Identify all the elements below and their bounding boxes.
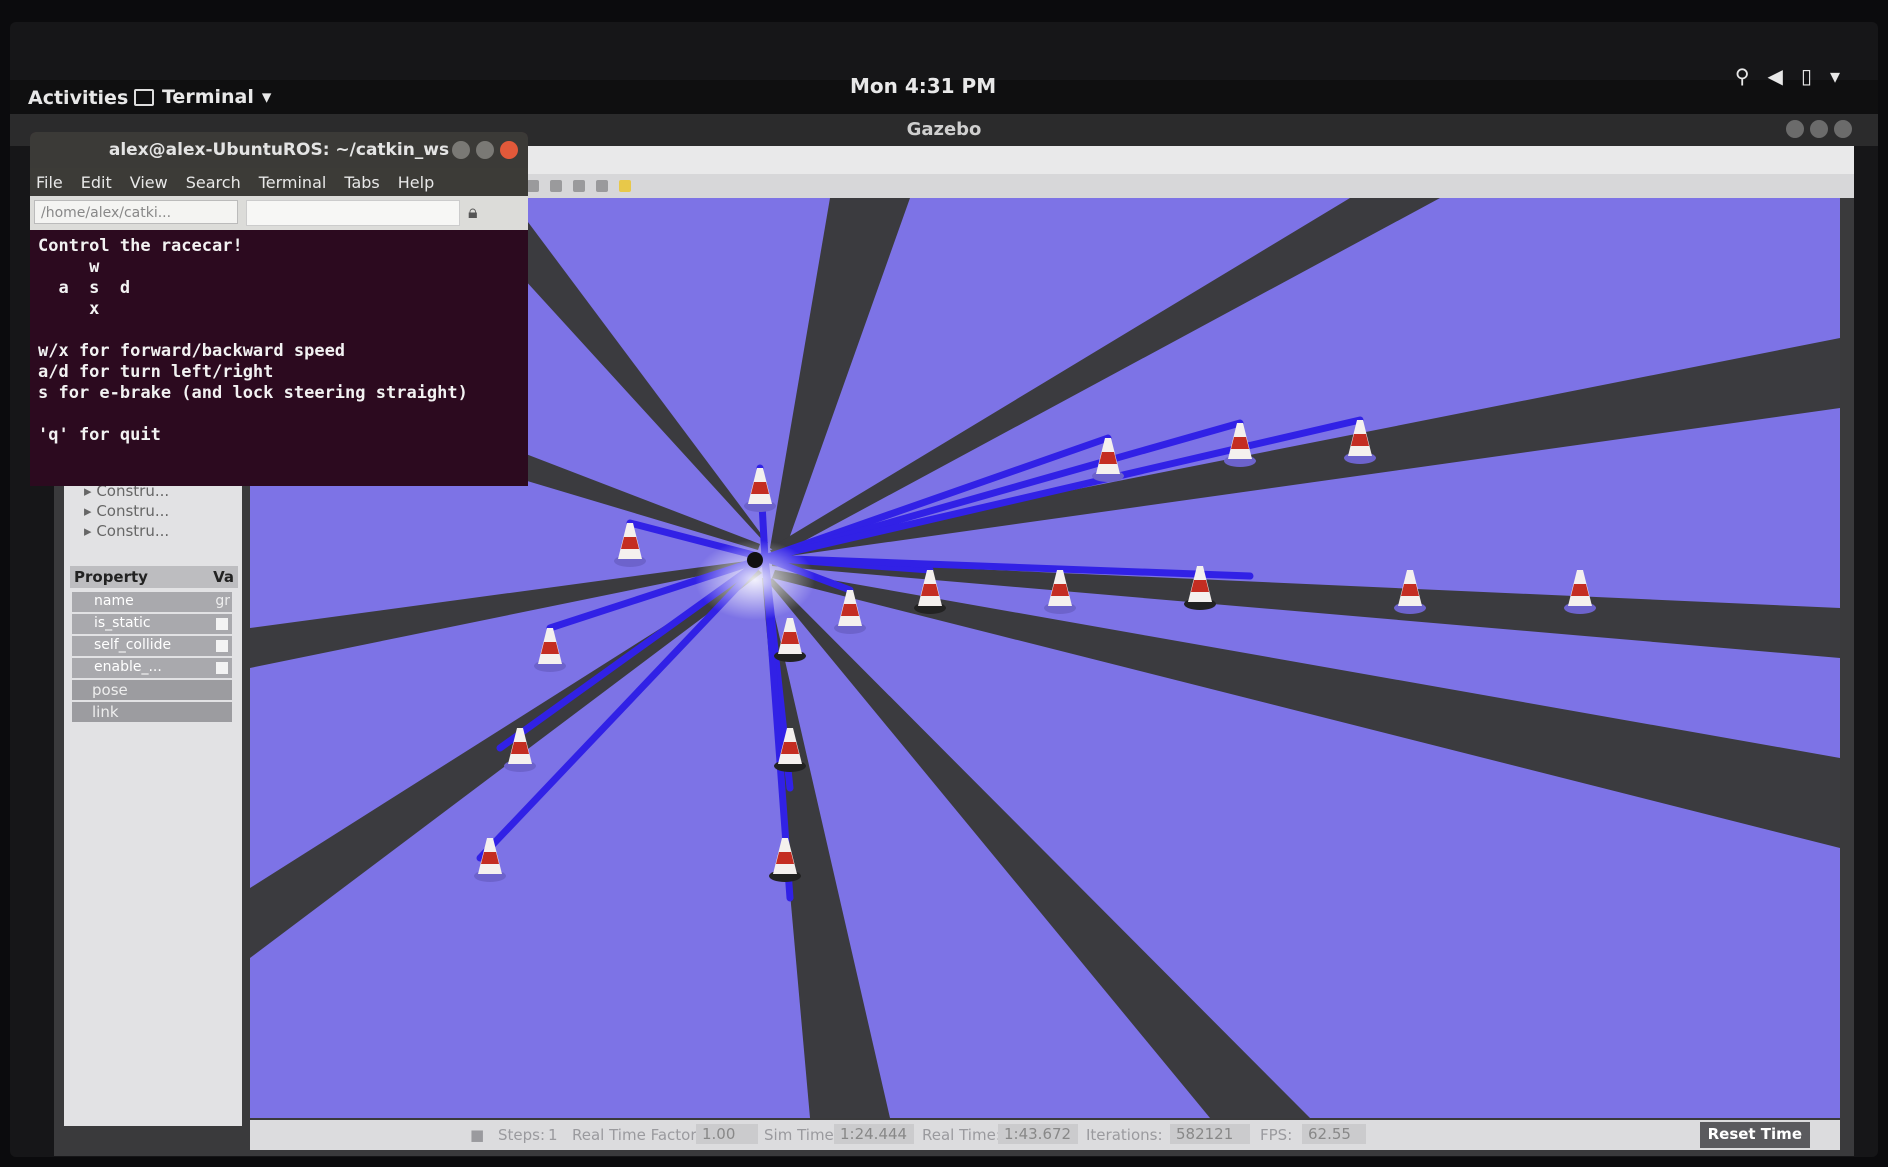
rtf-value: 1.00	[696, 1124, 758, 1144]
menu-file[interactable]: File	[36, 173, 63, 192]
tree-item[interactable]: ▸ Constru...	[84, 522, 169, 542]
fps-label: FPS:	[1260, 1126, 1293, 1144]
real-time-label: Real Time:	[922, 1126, 1001, 1144]
property-header: Property Va	[70, 566, 238, 588]
window-title: Gazebo	[906, 119, 982, 140]
close-button[interactable]	[1834, 120, 1852, 138]
model-tree: ▸ Constru... ▸ Constru... ▸ Constru...	[84, 482, 169, 542]
enable-checkbox[interactable]	[216, 662, 228, 674]
path-selector[interactable]: /home/alex/catki...	[34, 200, 238, 224]
terminal-window-controls	[452, 141, 518, 159]
gazebo-status-bar: ■ Steps: 1 Real Time Factor: 1.00 Sim Ti…	[250, 1120, 1840, 1150]
maximize-button[interactable]	[476, 141, 494, 159]
tab-search-field[interactable]	[246, 200, 460, 226]
steps-value[interactable]: 1	[548, 1126, 558, 1144]
monitor-screen: Activities Terminal ▾ Mon 4:31 PM ⚲ ◀ ▯ …	[10, 22, 1878, 1157]
real-time-value: 1:43.672	[998, 1124, 1078, 1144]
menu-view[interactable]: View	[130, 173, 168, 192]
rtf-label: Real Time Factor:	[572, 1126, 702, 1144]
property-fold-pose[interactable]: pose	[72, 680, 232, 700]
app-menu[interactable]: Terminal ▾	[134, 86, 271, 108]
volume-icon: ◀	[1767, 64, 1783, 88]
network-icon: ⚲	[1734, 64, 1750, 88]
window-controls	[1786, 120, 1852, 138]
iterations-value: 582121	[1170, 1124, 1250, 1144]
property-row-name[interactable]: name gr	[72, 592, 232, 612]
translate-tool-icon[interactable]	[550, 180, 563, 192]
iterations-label: Iterations:	[1086, 1126, 1163, 1144]
system-tray[interactable]: ⚲ ◀ ▯ ▾	[1735, 64, 1840, 88]
terminal-path-bar: /home/alex/catki... 🔒︎	[30, 196, 528, 230]
chevron-down-icon: ▾	[261, 86, 272, 108]
menu-terminal[interactable]: Terminal	[259, 173, 327, 192]
gnome-top-bar: Activities Terminal ▾ Mon 4:31 PM ⚲ ◀ ▯ …	[10, 64, 1878, 114]
close-button[interactable]	[500, 141, 518, 159]
sim-time-value: 1:24.444	[834, 1124, 914, 1144]
tree-item[interactable]: ▸ Constru...	[84, 502, 169, 522]
app-menu-label: Terminal	[162, 86, 254, 108]
property-row-is-static[interactable]: is_static	[72, 614, 232, 634]
menu-help[interactable]: Help	[398, 173, 434, 192]
battery-icon: ▯	[1800, 64, 1812, 88]
minimize-button[interactable]	[452, 141, 470, 159]
terminal-menubar: File Edit View Search Terminal Tabs Help	[30, 168, 528, 196]
terminal-window[interactable]: alex@alex-UbuntuROS: ~/catkin_ws File Ed…	[30, 132, 528, 486]
select-tool-icon[interactable]	[527, 180, 539, 192]
property-fold-link[interactable]: link	[72, 702, 232, 722]
activities-button[interactable]: Activities	[28, 87, 128, 109]
terminal-output[interactable]: Control the racecar! w a s d x w/x for f…	[30, 230, 528, 452]
terminal-title-bar[interactable]: alex@alex-UbuntuROS: ~/catkin_ws	[30, 132, 528, 168]
property-column-label: Property	[74, 568, 148, 586]
clock[interactable]: Mon 4:31 PM	[850, 74, 996, 98]
fps-value: 62.55	[1302, 1124, 1366, 1144]
is-static-checkbox[interactable]	[216, 618, 228, 630]
menu-search[interactable]: Search	[186, 173, 241, 192]
property-row-self-collide[interactable]: self_collide	[72, 636, 232, 656]
light-tool-icon[interactable]	[619, 180, 632, 192]
sim-time-label: Sim Time:	[764, 1126, 839, 1144]
world-panel: ▸ Constru... ▸ Constru... ▸ Constru... P…	[64, 446, 242, 1126]
lidar-sensor	[747, 552, 763, 568]
lock-icon[interactable]: 🔒︎	[468, 202, 478, 223]
chevron-down-icon: ▾	[1829, 64, 1840, 88]
terminal-title: alex@alex-UbuntuROS: ~/catkin_ws	[108, 140, 450, 160]
property-row-enable[interactable]: enable_...	[72, 658, 232, 678]
value-column-label: Va	[213, 568, 234, 586]
terminal-app-icon	[134, 88, 154, 106]
pause-icon[interactable]: ■	[470, 1126, 484, 1144]
rotate-tool-icon[interactable]	[573, 180, 586, 192]
scale-tool-icon[interactable]	[596, 180, 609, 192]
minimize-button[interactable]	[1786, 120, 1804, 138]
gazebo-toolbar	[524, 174, 1854, 198]
self-collide-checkbox[interactable]	[216, 640, 228, 652]
menu-tabs[interactable]: Tabs	[344, 173, 379, 192]
maximize-button[interactable]	[1810, 120, 1828, 138]
steps-label: Steps:	[498, 1126, 546, 1144]
reset-time-button[interactable]: Reset Time	[1699, 1122, 1810, 1148]
menu-edit[interactable]: Edit	[81, 173, 112, 192]
